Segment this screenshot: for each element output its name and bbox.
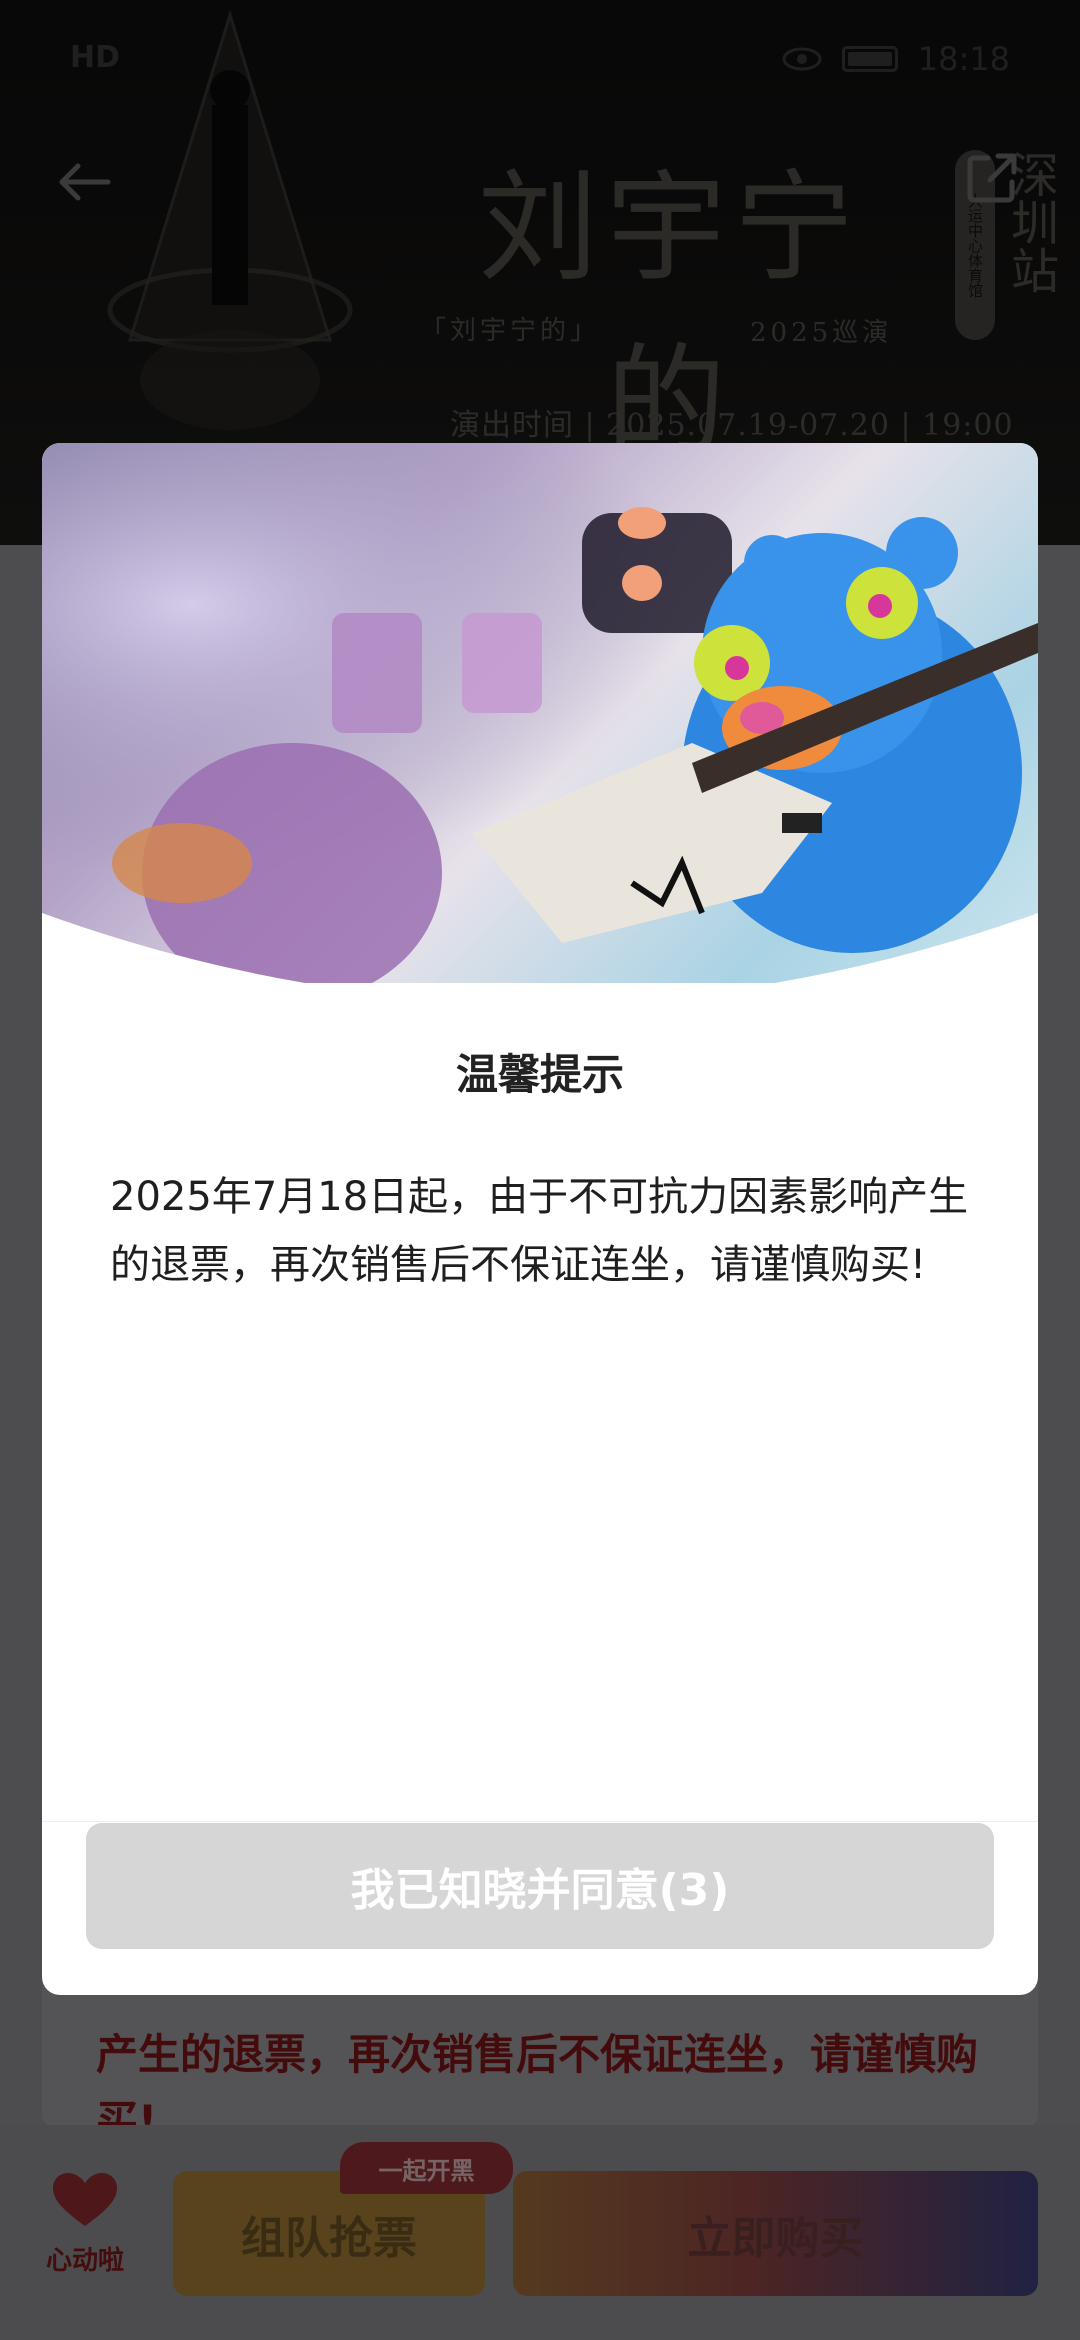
modal-body-text: 2025年7月18日起，由于不可抗力因素影响产生的退票，再次销售后不保证连坐，请…: [110, 1174, 969, 1288]
modal-banner-image: [42, 443, 1038, 983]
modal-title: 温馨提示: [455, 1050, 624, 1099]
app-root: 刘宇宁的 「刘宇宁的」 2025巡演 大运中心体育馆 深圳站 演出时间 | 20…: [0, 0, 1080, 2340]
agree-button[interactable]: 我已知晓并同意(3): [86, 1823, 994, 1949]
modal-divider: [42, 1821, 1038, 1822]
mascot-guitar-illustration: [42, 443, 1038, 983]
notice-modal: 温馨提示 2025年7月18日起，由于不可抗力因素影响产生的退票，再次销售后不保…: [42, 443, 1038, 1995]
